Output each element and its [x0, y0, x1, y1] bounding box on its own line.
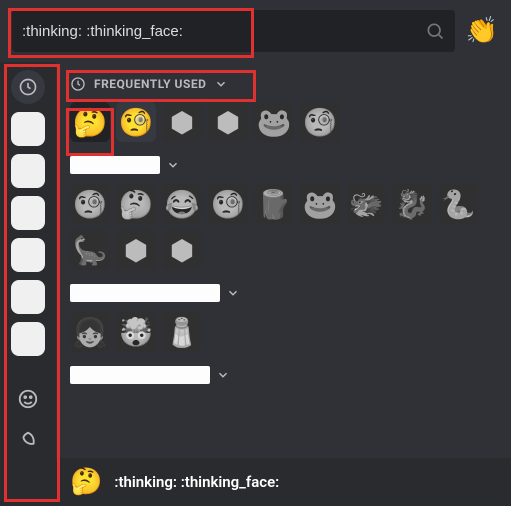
- category-server-1[interactable]: [11, 112, 45, 146]
- emoji-main-panel: FREQUENTLY USED 🤔🧐⬢⬢🐸🧐 🧐🤔😂🧐🪵🐸🐲🐉🐍🦕⬢⬢ 👧🤯🧂: [56, 62, 511, 458]
- emoji-d20-d[interactable]: ⬢: [162, 230, 202, 270]
- chevron-down-icon: [166, 158, 180, 172]
- server-section-1[interactable]: [70, 156, 497, 174]
- category-server-4[interactable]: [11, 238, 45, 272]
- category-server-6[interactable]: [11, 322, 45, 356]
- emoji-monocle2[interactable]: 🧐: [70, 184, 110, 224]
- emoji-avatar[interactable]: 👧: [70, 312, 110, 352]
- chevron-down-icon: [214, 77, 228, 91]
- emoji-monocle-gray[interactable]: 🧐: [300, 102, 340, 142]
- category-server-3[interactable]: [11, 196, 45, 230]
- emoji-d20-a[interactable]: ⬢: [162, 102, 202, 142]
- emoji-monocle[interactable]: 🧐: [116, 102, 156, 142]
- category-recent[interactable]: [11, 70, 45, 104]
- section-frequently-used[interactable]: FREQUENTLY USED: [70, 68, 228, 102]
- category-sidebar: [0, 62, 56, 458]
- skin-tone-picker[interactable]: 👏: [465, 14, 499, 48]
- emoji-dragon-text[interactable]: 🐲: [346, 184, 386, 224]
- emoji-salt[interactable]: 🧂: [162, 312, 202, 352]
- emoji-log[interactable]: 🪵: [254, 184, 294, 224]
- server-name-redacted: [70, 156, 160, 174]
- emoji-preview-bar: 🤔 :thinking: :thinking_face:: [0, 458, 511, 506]
- emoji-thinking2[interactable]: 🤔: [116, 184, 156, 224]
- emoji-sauropod[interactable]: 🦕: [70, 230, 110, 270]
- category-server-5[interactable]: [11, 280, 45, 314]
- emoji-grid-2: 🧐🤔😂🧐🪵🐸🐲🐉🐍🦕⬢⬢: [70, 184, 497, 270]
- emoji-dragon[interactable]: 🐉: [392, 184, 432, 224]
- server-name-redacted: [70, 284, 220, 302]
- preview-text: :thinking: :thinking_face:: [114, 473, 279, 491]
- emoji-frog[interactable]: 🐸: [254, 102, 294, 142]
- emoji-thinking[interactable]: 🤔: [70, 102, 110, 142]
- server-section-3[interactable]: [70, 366, 497, 384]
- emoji-grid-3: 👧🤯🧂: [70, 312, 497, 352]
- section-title: FREQUENTLY USED: [94, 77, 206, 91]
- chevron-down-icon: [226, 286, 240, 300]
- search-field[interactable]: [12, 10, 455, 52]
- emoji-d20-b[interactable]: ⬢: [208, 102, 248, 142]
- emoji-mindblown[interactable]: 🤯: [116, 312, 156, 352]
- server-name-redacted: [70, 366, 210, 384]
- emoji-frog2[interactable]: 🐸: [300, 184, 340, 224]
- category-nature[interactable]: [11, 424, 45, 458]
- chevron-down-icon: [216, 368, 230, 382]
- search-input[interactable]: [22, 23, 425, 40]
- category-server-2[interactable]: [11, 154, 45, 188]
- clock-icon: [70, 76, 86, 92]
- emoji-grid-1: 🤔🧐⬢⬢🐸🧐: [70, 102, 497, 142]
- clap-icon: 👏: [466, 16, 498, 46]
- emoji-snake[interactable]: 🐍: [438, 184, 478, 224]
- server-section-2[interactable]: [70, 284, 497, 302]
- emoji-joy[interactable]: 😂: [162, 184, 202, 224]
- emoji-monocle3[interactable]: 🧐: [208, 184, 248, 224]
- emoji-d20-c[interactable]: ⬢: [116, 230, 156, 270]
- preview-emoji: 🤔: [70, 467, 102, 497]
- search-icon: [425, 21, 445, 41]
- category-people[interactable]: [11, 382, 45, 416]
